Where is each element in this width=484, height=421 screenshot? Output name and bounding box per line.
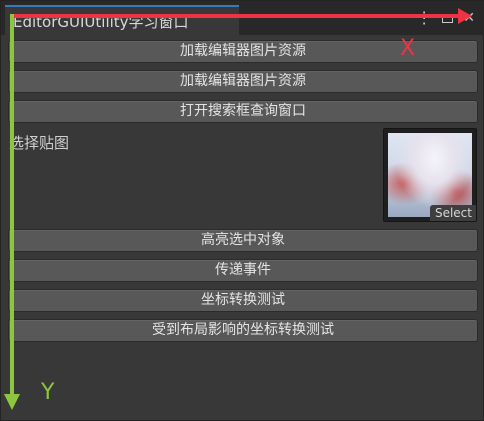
menu-kebab-icon[interactable]: ⋮ — [416, 10, 432, 26]
y-axis-arrow-line — [10, 14, 14, 398]
load-editor-image-button-2[interactable]: 加载编辑器图片资源 — [8, 70, 478, 93]
window-tab[interactable]: EditorGUIUtility学习窗口 — [5, 5, 239, 35]
coordinate-convert-test-button[interactable]: 坐标转换测试 — [8, 289, 478, 312]
title-bar: EditorGUIUtility学习窗口 ⋮ ✕ — [1, 1, 484, 35]
texture-select-button[interactable]: Select — [429, 205, 476, 221]
x-axis-arrowhead-icon — [458, 8, 472, 24]
x-axis-arrow-line — [12, 14, 464, 18]
highlight-selection-button[interactable]: 高亮选中对象 — [8, 229, 478, 252]
open-search-window-button[interactable]: 打开搜索框查询窗口 — [8, 100, 478, 123]
y-axis-arrowhead-icon — [4, 394, 20, 410]
texture-field-label: 选择贴图 — [9, 134, 70, 152]
y-axis-label: Y — [41, 380, 55, 405]
x-axis-label: X — [400, 36, 416, 61]
layout-coordinate-convert-test-button[interactable]: 受到布局影响的坐标转换测试 — [8, 319, 478, 342]
editor-window: EditorGUIUtility学习窗口 ⋮ ✕ 加载编辑器图片资源 加载编辑器… — [0, 0, 484, 421]
pass-event-button[interactable]: 传递事件 — [8, 259, 478, 282]
texture-object-field[interactable]: Select — [383, 128, 477, 222]
